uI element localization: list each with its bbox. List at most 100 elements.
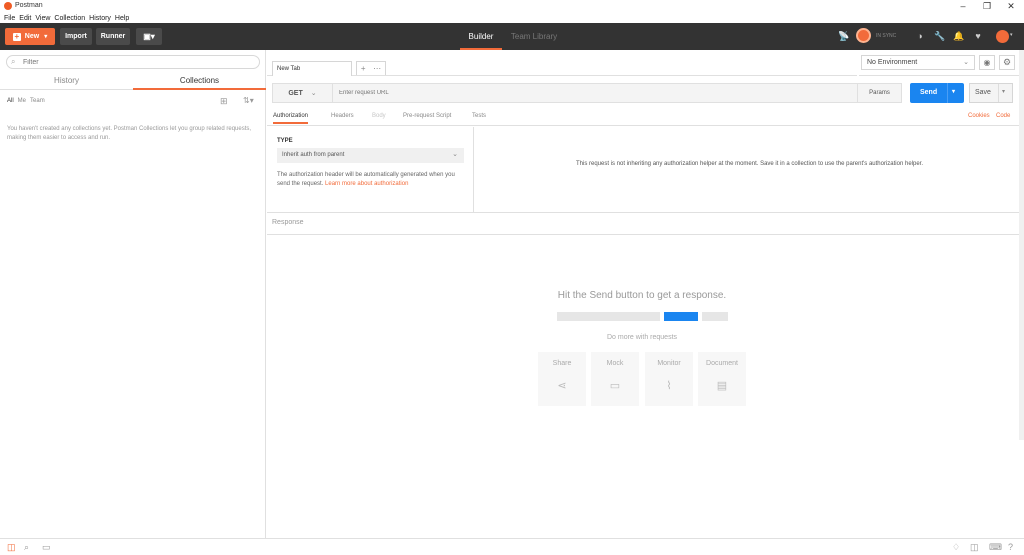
gear-icon[interactable]: ⚙ (999, 55, 1015, 70)
chevron-down-icon: ⌄ (310, 90, 317, 97)
share-label: Share (552, 360, 572, 367)
heart-icon[interactable]: ♥ (972, 30, 984, 42)
chevron-down-icon[interactable]: ▾ (952, 88, 955, 95)
divider (267, 212, 1024, 213)
tab-builder[interactable]: Builder (460, 23, 502, 50)
menu-bar: File Edit View Collection History Help (0, 13, 1024, 23)
builder-panel: New Tab + ⋯ No Environment ⌄ ◉ ⚙ GET ⌄ P… (267, 50, 1024, 538)
search-icon: ⌕ (11, 57, 16, 66)
placeholder-bar (702, 312, 728, 321)
tab-headers[interactable]: Headers (331, 113, 354, 119)
tab-actions: + ⋯ (356, 61, 386, 75)
response-label: Response (272, 219, 304, 226)
lightbulb-icon[interactable]: ♢ (952, 542, 960, 553)
tab-team-library[interactable]: Team Library (506, 23, 562, 50)
auth-type-label: TYPE (277, 138, 293, 144)
save-button[interactable]: Save ▾ (969, 83, 1013, 103)
maximize-button[interactable]: ❐ (980, 1, 994, 12)
window-title: Postman (15, 2, 43, 9)
mock-card[interactable]: Mock ▭ (591, 352, 639, 406)
import-button[interactable]: Import (60, 28, 92, 45)
document-card[interactable]: Document ▤ (698, 352, 746, 406)
avatar[interactable] (996, 30, 1009, 43)
scrollbar[interactable] (1019, 50, 1024, 440)
chevron-down-icon: ⌄ (452, 151, 458, 158)
sort-icon[interactable]: ⇅▾ (243, 96, 254, 105)
auth-description: The authorization header will be automat… (277, 171, 467, 189)
empty-collections-message: You haven't created any collections yet.… (7, 126, 252, 141)
cookies-link[interactable]: Cookies (968, 113, 990, 119)
tab-history[interactable]: History (0, 76, 133, 90)
close-button[interactable]: ✕ (1004, 1, 1018, 12)
eye-icon[interactable]: ◉ (979, 55, 995, 70)
toggle-sidebar-icon[interactable]: ◫ (7, 542, 16, 553)
add-tab-icon[interactable]: + (361, 64, 366, 73)
placeholder-bar-accent (664, 312, 698, 321)
environment-value: No Environment (867, 59, 918, 66)
new-window-button[interactable]: ▣▾ (136, 28, 162, 45)
scope-me[interactable]: Me (18, 98, 26, 104)
placeholder-bar (557, 312, 660, 321)
environment-area: No Environment ⌄ ◉ ⚙ (859, 50, 1024, 76)
tab-tests[interactable]: Tests (472, 113, 486, 119)
share-icon: ⋖ (557, 380, 567, 392)
sync-icon[interactable] (856, 28, 871, 43)
two-pane-icon[interactable]: ◫ (970, 542, 979, 553)
satellite-icon[interactable]: 📡 (838, 30, 850, 42)
request-tab[interactable]: New Tab (272, 61, 352, 76)
bell-icon[interactable]: 🔔 (953, 30, 965, 42)
chevron-down-icon[interactable]: ▾ (1010, 32, 1013, 38)
params-button[interactable]: Params (857, 83, 902, 103)
window-title-bar: Postman – ❐ ✕ (0, 0, 1024, 13)
wrench-icon[interactable]: 🔧 (934, 30, 946, 42)
help-icon[interactable]: ? (1008, 542, 1013, 552)
share-card[interactable]: Share ⋖ (538, 352, 586, 406)
plus-icon: + (12, 31, 21, 41)
chevron-down-icon[interactable]: ▾ (1002, 88, 1005, 95)
request-subtabs: Authorization Headers Body Pre-request S… (267, 110, 1024, 126)
search-icon[interactable]: ⌕ (24, 542, 29, 553)
send-button[interactable]: Send ▾ (910, 83, 964, 103)
tab-authorization[interactable]: Authorization (273, 113, 309, 124)
console-icon[interactable]: ▭ (42, 542, 51, 553)
environment-select[interactable]: No Environment ⌄ (861, 55, 975, 70)
url-bar: GET ⌄ (272, 83, 862, 103)
new-button[interactable]: + New ▾ (5, 28, 55, 45)
more-icon[interactable]: ⋯ (373, 64, 381, 73)
send-label: Send (920, 89, 938, 96)
sidebar: ⌕ History Collections All Me Team ⊞ ⇅▾ You… (0, 50, 266, 538)
new-collection-icon[interactable]: ⊞ (220, 96, 228, 107)
minimize-button[interactable]: – (956, 1, 970, 11)
monitor-label: Monitor (657, 360, 681, 367)
chevron-down-icon: ⌄ (963, 59, 969, 66)
tab-pre-request-script[interactable]: Pre-request Script (403, 113, 451, 119)
filter-box: ⌕ (6, 55, 260, 69)
divider (947, 83, 948, 103)
monitor-card[interactable]: Monitor ⌇ (645, 352, 693, 406)
tab-body[interactable]: Body (372, 113, 386, 119)
interceptor-icon[interactable]: ◑ (914, 30, 926, 42)
request-tabs-bar: New Tab + ⋯ (267, 50, 857, 76)
do-more-label: Do more with requests (606, 334, 678, 341)
auth-helper-message: This request is not inheriting any autho… (575, 161, 923, 167)
filter-input[interactable] (23, 57, 243, 67)
auth-config-panel: TYPE Inherit auth from parent ⌄ The auth… (267, 127, 474, 212)
save-label: Save (975, 89, 991, 96)
response-hint: Hit the Send button to get a response. (557, 290, 727, 301)
scope-all[interactable]: All (7, 98, 14, 104)
runner-button[interactable]: Runner (96, 28, 130, 45)
tab-collections[interactable]: Collections (133, 76, 266, 90)
auth-type-value: Inherit auth from parent (282, 152, 345, 158)
url-input[interactable] (339, 87, 839, 99)
auth-type-select[interactable]: Inherit auth from parent ⌄ (277, 148, 464, 163)
keyboard-icon[interactable]: ⌨ (989, 542, 1002, 553)
main-toolbar: + New ▾ Import Runner ▣▾ Builder Team Li… (0, 23, 1024, 50)
learn-more-link[interactable]: Learn more about authorization (325, 181, 408, 187)
document-icon: ▤ (716, 380, 728, 392)
method-select[interactable]: GET ⌄ (273, 84, 333, 102)
scope-team[interactable]: Team (30, 98, 45, 104)
method-value: GET (288, 89, 303, 97)
status-bar: ◫ ⌕ ▭ ♢ ◫ ⌨ ? (0, 538, 1024, 555)
collection-scope: All Me Team (7, 98, 49, 104)
code-link[interactable]: Code (996, 113, 1010, 119)
